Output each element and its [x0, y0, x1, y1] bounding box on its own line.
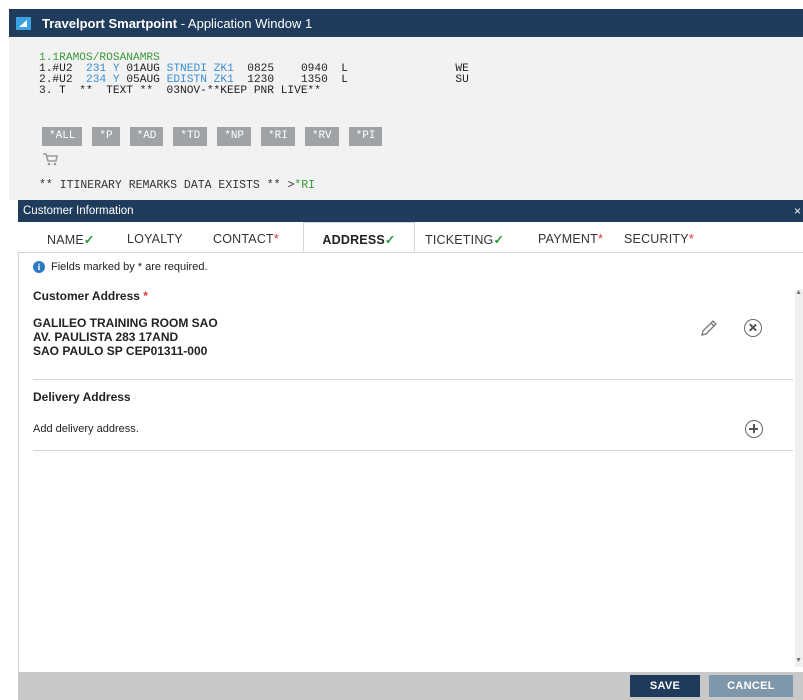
vertical-scrollbar[interactable]: [795, 289, 803, 667]
info-icon: i: [33, 261, 45, 273]
tab-address[interactable]: ADDRESS✓: [303, 222, 415, 252]
scroll-down-arrow-icon[interactable]: ▼: [795, 657, 802, 664]
divider: [33, 450, 793, 451]
smartpoint-logo-icon: [16, 16, 31, 30]
panel-border: [18, 253, 19, 673]
tab-security[interactable]: SECURITY*: [624, 232, 694, 246]
tab-contact[interactable]: CONTACT*: [213, 232, 279, 246]
divider: [33, 379, 793, 380]
cmd-td-button[interactable]: *TD: [173, 127, 208, 146]
remarks-ri-link[interactable]: *RI: [294, 179, 315, 192]
itinerary-remarks-line: ** ITINERARY REMARKS DATA EXISTS ** >*RI: [39, 179, 316, 192]
tab-loyalty[interactable]: LOYALTY: [127, 232, 183, 246]
customer-info-tabs: NAME✓ LOYALTY CONTACT* ADDRESS✓ TICKETIN…: [18, 222, 803, 253]
address-line: AV. PAULISTA 283 17AND: [33, 330, 179, 344]
add-circle-icon[interactable]: [745, 420, 763, 438]
shopping-cart-icon[interactable]: [43, 153, 58, 171]
remove-circle-icon[interactable]: [744, 319, 762, 337]
cmd-all-button[interactable]: *ALL: [42, 127, 83, 146]
cmd-p-button[interactable]: *P: [92, 127, 120, 146]
dialog-title: Customer Information: [23, 205, 134, 217]
delivery-address-heading: Delivery Address: [33, 390, 131, 404]
pencil-edit-icon[interactable]: [699, 318, 719, 343]
scroll-up-arrow-icon[interactable]: ▲: [795, 289, 802, 296]
address-line: GALILEO TRAINING ROOM SAO: [33, 316, 218, 330]
dialog-footer: SAVE CANCEL: [18, 672, 803, 700]
quick-command-bar: *ALL *P *AD *TD *NP *RI *RV *PI: [42, 127, 383, 146]
close-icon[interactable]: ×: [794, 200, 801, 222]
save-button[interactable]: SAVE: [630, 675, 700, 697]
itinerary-segment-3: 3. T ** TEXT ** 03NOV-**KEEP PNR LIVE**: [39, 85, 321, 97]
address-panel: i Fields marked by * are required. Custo…: [18, 253, 803, 700]
cmd-ad-button[interactable]: *AD: [129, 127, 164, 146]
address-line: SAO PAULO SP CEP01311-000: [33, 344, 208, 358]
required-fields-notice: i Fields marked by * are required.: [33, 261, 208, 273]
cmd-np-button[interactable]: *NP: [217, 127, 252, 146]
terminal-window[interactable]: 1.1RAMOS/ROSANAMRS 1.#U2 231 Y 01AUG STN…: [9, 37, 803, 200]
window-title: Travelport Smartpoint - Application Wind…: [42, 15, 313, 31]
customer-address-block: GALILEO TRAINING ROOM SAO AV. PAULISTA 2…: [33, 316, 218, 358]
cmd-pi-button[interactable]: *PI: [348, 127, 383, 146]
tab-name[interactable]: NAME✓: [47, 232, 95, 247]
app-title-bar: Travelport Smartpoint - Application Wind…: [9, 9, 803, 37]
cmd-ri-button[interactable]: *RI: [261, 127, 295, 146]
tab-payment[interactable]: PAYMENT*: [538, 232, 603, 246]
add-delivery-address-text: Add delivery address.: [33, 423, 139, 435]
customer-address-heading: Customer Address *: [33, 289, 148, 303]
tab-ticketing[interactable]: TICKETING✓: [425, 232, 504, 247]
cmd-rv-button[interactable]: *RV: [304, 127, 339, 146]
customer-information-title-bar: Customer Information ×: [18, 200, 803, 222]
cancel-button[interactable]: CANCEL: [709, 675, 793, 697]
